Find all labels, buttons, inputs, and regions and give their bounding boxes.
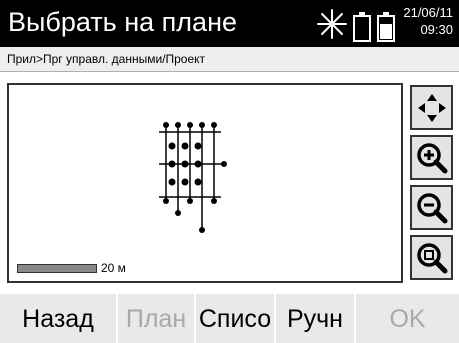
plan-point[interactable]	[168, 160, 176, 168]
breadcrumb: Прил>Прг управл. данными/Проект	[0, 47, 459, 72]
project-plan	[159, 122, 227, 233]
plan-point[interactable]	[168, 178, 176, 186]
zoom-fit-button[interactable]	[410, 235, 453, 280]
plan-point[interactable]	[199, 122, 205, 128]
plan-point[interactable]	[175, 210, 181, 216]
plan-point[interactable]	[211, 198, 217, 204]
zoom-out-icon	[416, 192, 447, 223]
title-bar: Выбрать на плане 21/06/11 09:30	[0, 0, 459, 47]
plan-point[interactable]	[181, 178, 189, 186]
plan-point[interactable]	[168, 142, 176, 150]
battery-icon	[377, 12, 395, 42]
plan-point[interactable]	[199, 227, 205, 233]
plan-button[interactable]: План	[118, 294, 196, 343]
plan-point[interactable]	[163, 122, 169, 128]
status-icons	[317, 9, 395, 42]
plan-point[interactable]	[211, 122, 217, 128]
zoom-in-icon	[416, 142, 447, 173]
scale-label: 20 м	[101, 261, 126, 275]
date-text: 21/06/11	[403, 5, 453, 20]
plan-point[interactable]	[175, 122, 181, 128]
plan-point[interactable]	[181, 142, 189, 150]
plan-point[interactable]	[163, 198, 169, 204]
plan-point[interactable]	[181, 160, 189, 168]
plan-point[interactable]	[194, 178, 202, 186]
plan-point[interactable]	[194, 142, 202, 150]
zoom-out-button[interactable]	[410, 185, 453, 230]
breadcrumb-text: Прил>Прг управл. данными/Проект	[7, 52, 206, 66]
plan-point[interactable]	[221, 161, 227, 167]
plan-point[interactable]	[194, 160, 202, 168]
ok-button[interactable]: OK	[356, 294, 459, 343]
back-button[interactable]: Назад	[0, 294, 118, 343]
battery-icon	[353, 12, 371, 42]
zoom-fit-icon	[416, 242, 447, 273]
scale-bar	[17, 263, 97, 273]
scale-indicator: 20 м	[17, 261, 126, 275]
plan-point[interactable]	[187, 122, 193, 128]
softkey-bar: Назад План Списо Ручн OK	[0, 294, 459, 343]
page-title: Выбрать на плане	[8, 7, 237, 37]
pan-arrows-icon	[417, 93, 446, 122]
manual-button[interactable]: Ручн	[276, 294, 356, 343]
time-text: 09:30	[420, 22, 453, 37]
pan-button[interactable]	[410, 85, 453, 130]
list-button[interactable]: Списо	[196, 294, 276, 343]
laser-icon	[317, 9, 347, 39]
map-view[interactable]: 20 м	[7, 83, 403, 283]
clock: 21/06/11 09:30	[403, 4, 453, 38]
zoom-in-button[interactable]	[410, 135, 453, 180]
plan-point[interactable]	[187, 198, 193, 204]
